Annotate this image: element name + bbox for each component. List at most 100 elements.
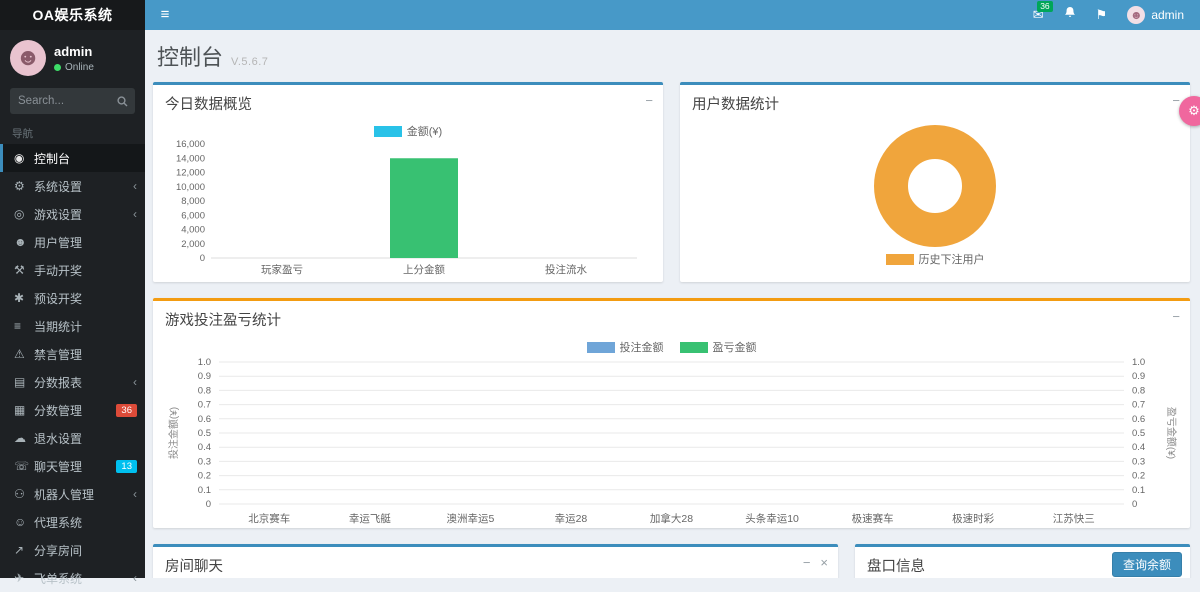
sidebar-item-users[interactable]: ☻用户管理 [0, 228, 145, 256]
sidebar-item-chat[interactable]: ☏聊天管理13 [0, 452, 145, 480]
svg-text:0.2: 0.2 [1132, 471, 1145, 482]
svg-text:0.9: 0.9 [1132, 371, 1145, 382]
app-logo[interactable]: OA娱乐系统 [0, 0, 145, 30]
svg-text:盈亏金额(¥): 盈亏金额(¥) [1165, 407, 1178, 459]
panel-today-overview: 今日数据概览 − 金额(¥) 02,0004,0006,0008,00010,0… [153, 82, 663, 282]
svg-text:极速时彩: 极速时彩 [952, 512, 994, 525]
svg-text:0.3: 0.3 [1132, 456, 1145, 467]
bell-icon [1064, 6, 1076, 19]
svg-text:0.4: 0.4 [1132, 442, 1145, 453]
messages-badge: 36 [1037, 1, 1052, 12]
svg-text:北京赛车: 北京赛车 [248, 512, 290, 525]
sidebar-item-plane[interactable]: ✈飞单系统‹ [0, 564, 145, 592]
svg-text:上分金额: 上分金额 [403, 263, 445, 276]
sidebar-item-label: 控制台 [34, 150, 137, 167]
sidebar-search [10, 88, 135, 114]
sidebar-item-score[interactable]: ▦分数管理36 [0, 396, 145, 424]
svg-text:12,000: 12,000 [176, 168, 205, 179]
gear-icon: ⚙ [1188, 103, 1200, 119]
notifications-button[interactable] [1064, 0, 1076, 30]
content-header: 控制台 V.5.6.7 [153, 30, 1190, 82]
sidebar-badge: 13 [116, 460, 137, 473]
sidebar-item-dashboard[interactable]: ◉控制台 [0, 144, 145, 172]
chevron-left-icon: ‹ [133, 487, 137, 501]
share-icon: ↗ [14, 543, 34, 557]
svg-text:头条幸运10: 头条幸运10 [745, 512, 799, 525]
sidebar-toggle-button[interactable]: ≡ [145, 0, 185, 30]
flag-button[interactable]: ⚑ [1096, 0, 1108, 30]
svg-text:0.5: 0.5 [198, 428, 211, 439]
collapse-icon[interactable]: − [1172, 309, 1180, 324]
panel-title: 今日数据概览 [165, 97, 252, 113]
nav-section-label: 导航 [0, 122, 145, 144]
panel-title: 游戏投注盈亏统计 [165, 313, 281, 329]
user-name: admin [1151, 8, 1184, 22]
legend-swatch [374, 126, 402, 137]
sidebar-item-water[interactable]: ☁退水设置 [0, 424, 145, 452]
sidebar-item-game[interactable]: ◎游戏设置‹ [0, 200, 145, 228]
legend-swatch [680, 342, 708, 353]
search-input[interactable] [10, 88, 109, 114]
svg-text:投注流水: 投注流水 [545, 263, 587, 276]
sidebar-item-label: 分享房间 [34, 542, 137, 559]
svg-text:0.6: 0.6 [1132, 414, 1145, 425]
close-icon[interactable]: × [820, 555, 828, 570]
search-button[interactable] [109, 88, 135, 114]
online-dot-icon [54, 64, 61, 71]
sidebar-item-label: 分数管理 [34, 402, 112, 419]
chevron-left-icon: ‹ [133, 179, 137, 193]
main-content: 控制台 V.5.6.7 今日数据概览 − 金额(¥) 02,0004,0006,… [145, 30, 1200, 578]
page-version: V.5.6.7 [231, 56, 268, 68]
sidebar-item-preset[interactable]: ✱预设开奖 [0, 284, 145, 312]
panel-title: 房间聊天 [165, 559, 223, 575]
messages-button[interactable]: ✉ 36 [1033, 0, 1044, 30]
collapse-icon[interactable]: − [803, 555, 811, 570]
svg-text:玩家盈亏: 玩家盈亏 [261, 263, 303, 276]
line-chart-legend: 投注金额 盈亏金额 [165, 338, 1178, 356]
sidebar-item-manual[interactable]: ⚒手动开奖 [0, 256, 145, 284]
sidebar-user-name: admin [54, 44, 94, 59]
svg-text:0.5: 0.5 [1132, 428, 1145, 439]
plane-icon: ✈ [14, 571, 34, 585]
svg-text:14,000: 14,000 [176, 153, 205, 164]
sidebar-menu: ◉控制台⚙系统设置‹◎游戏设置‹☻用户管理⚒手动开奖✱预设开奖≡当期统计⚠禁言管… [0, 144, 145, 592]
svg-text:0.1: 0.1 [198, 485, 211, 496]
panel-market-info: 盘口信息 查询余额 盘口账号 0 [855, 544, 1190, 578]
svg-text:0.7: 0.7 [198, 400, 211, 411]
sidebar-item-label: 游戏设置 [34, 206, 129, 223]
query-balance-button[interactable]: 查询余额 [1112, 552, 1182, 577]
sidebar-item-label: 分数报表 [34, 374, 129, 391]
sidebar-item-settings[interactable]: ⚙系统设置‹ [0, 172, 145, 200]
user-menu[interactable]: ☻ admin [1127, 6, 1184, 24]
sidebar-item-stats[interactable]: ≡当期统计 [0, 312, 145, 340]
sidebar-item-robot[interactable]: ⚇机器人管理‹ [0, 480, 145, 508]
svg-text:0: 0 [1132, 499, 1137, 510]
online-status-label: Online [65, 62, 94, 73]
svg-text:0: 0 [200, 253, 205, 264]
legend-label: 投注金额 [620, 339, 664, 355]
svg-text:0.2: 0.2 [198, 471, 211, 482]
svg-text:江苏快三: 江苏快三 [1053, 512, 1095, 525]
sidebar-badge: 36 [116, 404, 137, 417]
sidebar-item-agent[interactable]: ☺代理系统 [0, 508, 145, 536]
sidebar-item-mute[interactable]: ⚠禁言管理 [0, 340, 145, 368]
chat-icon: ☏ [14, 459, 34, 473]
legend-label: 盈亏金额 [713, 339, 757, 355]
svg-text:10,000: 10,000 [176, 182, 205, 193]
robot-icon: ⚇ [14, 487, 34, 501]
svg-text:0.4: 0.4 [198, 442, 211, 453]
report-icon: ▤ [14, 375, 34, 389]
collapse-icon[interactable]: − [645, 93, 653, 108]
sidebar-item-share[interactable]: ↗分享房间 [0, 536, 145, 564]
game-icon: ◎ [14, 207, 34, 221]
svg-text:1.0: 1.0 [198, 357, 211, 368]
svg-text:1.0: 1.0 [1132, 357, 1145, 368]
panel-room-chat: 房间聊天 − × 18:33:09 bjl-管理员 ☻ 第1281028 期已经… [153, 544, 838, 578]
stats-icon: ≡ [14, 319, 34, 333]
svg-text:0.7: 0.7 [1132, 400, 1145, 411]
svg-text:6,000: 6,000 [181, 210, 205, 221]
svg-text:2,000: 2,000 [181, 239, 205, 250]
sidebar-item-report[interactable]: ▤分数报表‹ [0, 368, 145, 396]
user-avatar-icon: ☻ [1127, 6, 1145, 24]
svg-text:澳洲幸运5: 澳洲幸运5 [446, 512, 494, 525]
